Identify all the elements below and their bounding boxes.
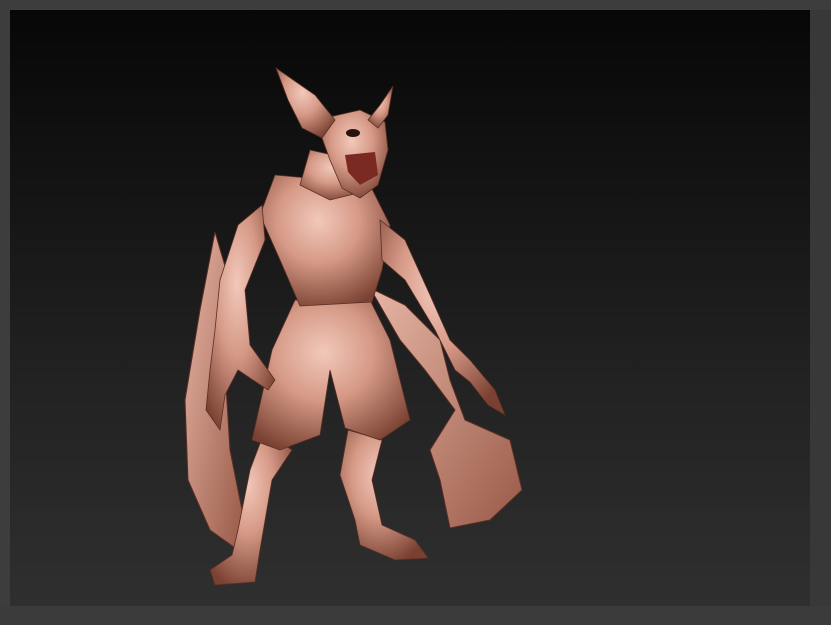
right-ear <box>367 85 394 129</box>
shorts <box>251 299 411 451</box>
right-panel-edge <box>810 10 831 606</box>
eye <box>346 129 360 137</box>
3d-viewport-canvas[interactable] <box>10 10 810 606</box>
sculpt-model[interactable] <box>10 10 810 606</box>
bottom-panel-edge <box>0 606 831 625</box>
left-ear <box>275 66 336 139</box>
right-leg <box>339 429 429 561</box>
app-window <box>0 0 831 625</box>
